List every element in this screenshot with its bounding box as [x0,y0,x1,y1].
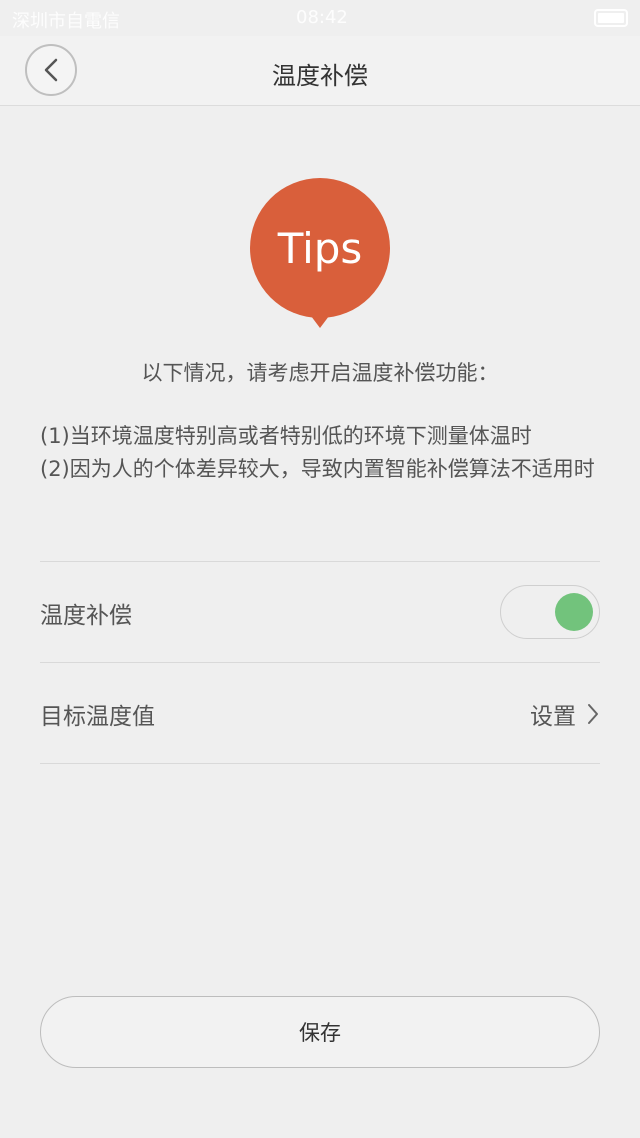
toggle-knob [555,593,593,631]
tips-note: (2)因为人的个体差异较大，导致内置智能补偿算法不适用时 [40,457,595,481]
tips-badge: Tips [250,178,390,328]
chevron-right-icon [588,704,598,724]
compensation-row: 温度补偿 [40,562,600,662]
battery-icon [594,9,628,27]
divider [40,763,600,764]
target-temperature-label: 目标温度值 [40,704,155,730]
tips-note: (1)当环境温度特别高或者特别低的环境下测量体温时 [40,424,532,448]
compensation-label: 温度补偿 [40,603,132,629]
tips-intro: 以下情况，请考虑开启温度补偿功能： [141,361,499,385]
screen: 深圳市自電信 08:42 温度补偿 Tips 以下情况，请考虑开启温度补偿功能：… [0,0,640,1138]
status-bar: 深圳市自電信 08:42 [0,0,640,36]
target-temperature-row[interactable]: 目标温度值 设置 [40,663,600,763]
settings-link-label: 设置 [530,704,576,730]
compensation-toggle[interactable] [500,585,600,639]
tips-badge-text: Tips [277,223,363,273]
carrier-name: 深圳市自電信 [12,11,120,32]
nav-bar: 温度补偿 [0,36,640,106]
save-button[interactable]: 保存 [40,996,600,1068]
tips-notes: (1)当环境温度特别高或者特别低的环境下测量体温时 (2)因为人的个体差异较大，… [40,420,600,486]
target-temperature-settings-link[interactable]: 设置 [530,697,600,731]
page-title: 温度补偿 [272,62,368,90]
status-time: 08:42 [296,7,348,28]
